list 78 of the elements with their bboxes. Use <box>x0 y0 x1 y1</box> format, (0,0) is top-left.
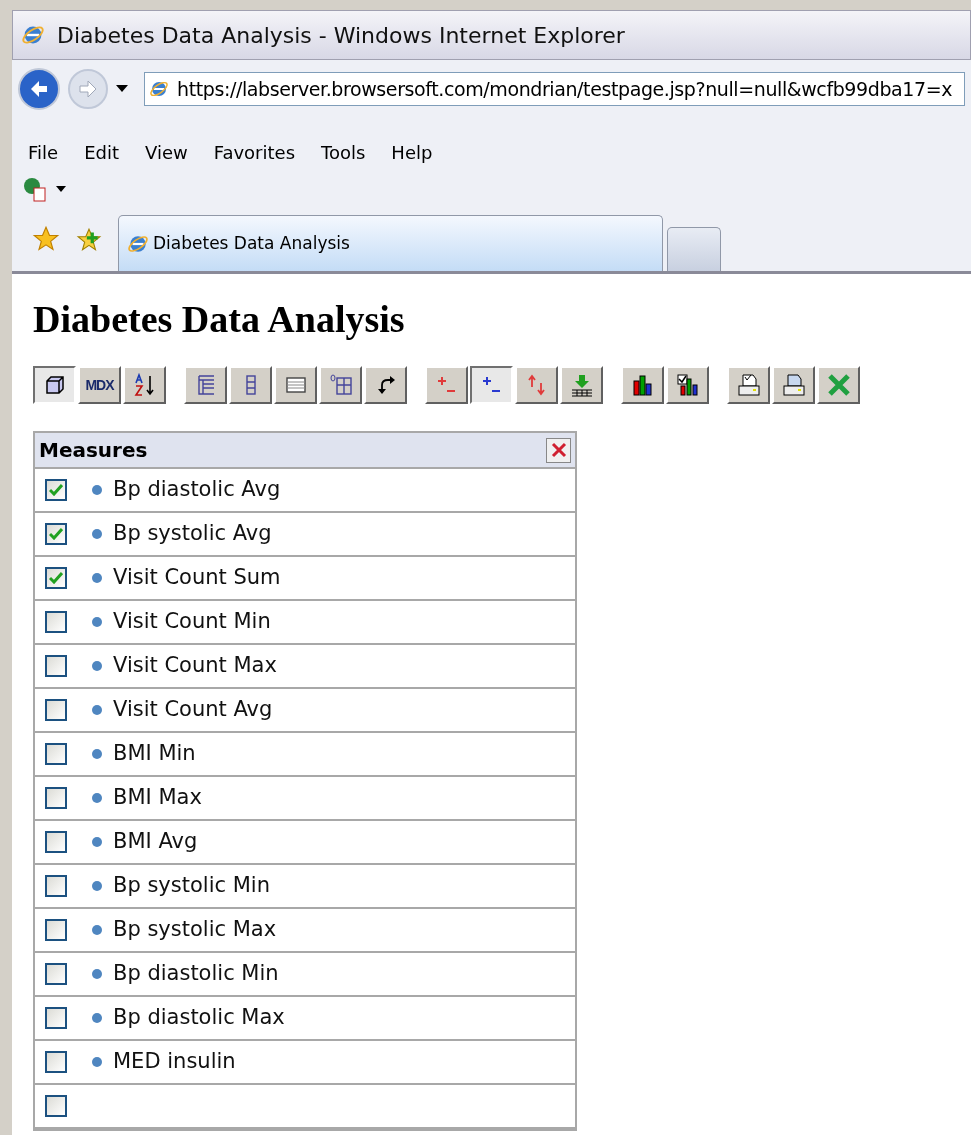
menu-item[interactable]: Edit <box>84 139 119 166</box>
measure-label: BMI Min <box>113 740 196 768</box>
bullet-icon <box>91 572 103 584</box>
checkbox[interactable] <box>45 611 67 633</box>
bullet-icon <box>91 528 103 540</box>
bullet-icon <box>91 924 103 936</box>
bullet-icon <box>91 836 103 848</box>
checkbox[interactable] <box>45 963 67 985</box>
toolbar-button[interactable] <box>33 366 76 404</box>
spreadsheet-x-icon <box>826 373 851 397</box>
check-icon <box>49 484 63 496</box>
measure-label: BMI Avg <box>113 828 198 856</box>
checkbox[interactable] <box>45 787 67 809</box>
measure-label: BMI Max <box>113 784 202 812</box>
dropdown-arrow-icon[interactable] <box>116 85 128 93</box>
checkbox[interactable] <box>45 1051 67 1073</box>
browser-logo-icon <box>21 23 45 47</box>
checkbox[interactable] <box>45 567 67 589</box>
toolbar-button[interactable] <box>470 366 513 404</box>
menu-item[interactable]: Help <box>391 139 433 166</box>
measure-label: Bp diastolic Avg <box>113 476 281 504</box>
browser-tab[interactable]: Diabetes Data Analysis <box>118 215 663 271</box>
checkbox[interactable] <box>45 1095 67 1117</box>
page-heading: Diabetes Data Analysis <box>33 300 406 338</box>
measure-label: Visit Count Sum <box>113 564 281 592</box>
back-button[interactable] <box>18 68 60 110</box>
measure-label: Visit Count Avg <box>113 696 273 724</box>
printer-check-icon <box>736 373 761 397</box>
sort-icon <box>132 373 157 397</box>
dropdown-arrow-icon[interactable] <box>56 186 66 192</box>
bullet-icon <box>91 704 103 716</box>
bullet-icon <box>91 968 103 980</box>
measure-label: Bp diastolic Min <box>113 960 279 988</box>
measure-label: Visit Count Min <box>113 608 271 636</box>
measure-label: Bp systolic Max <box>113 916 277 944</box>
bullet-icon <box>91 748 103 760</box>
bullet-icon <box>91 1056 103 1068</box>
check-icon <box>49 528 63 540</box>
checkbox[interactable] <box>45 875 67 897</box>
address-field[interactable]: https://labserver.browsersoft.com/mondrian/testpage.jsp?null=null&wcfb99dba17=x <box>144 72 965 106</box>
favorites-star-icon[interactable] <box>32 225 60 253</box>
chart-check-icon <box>675 373 700 397</box>
bar-chart-icon <box>630 373 655 397</box>
checkbox[interactable] <box>45 831 67 853</box>
checkbox[interactable] <box>45 523 67 545</box>
checkbox[interactable] <box>45 1007 67 1029</box>
close-button[interactable] <box>546 437 571 463</box>
down-arrow-table-icon <box>569 373 594 397</box>
measure-label: Bp systolic Min <box>113 872 270 900</box>
bullet-icon <box>91 484 103 496</box>
measure-label: Bp systolic Avg <box>113 520 272 548</box>
add-favorite-icon[interactable] <box>76 227 102 253</box>
mdx-button[interactable]: MDX <box>78 366 121 404</box>
menu-item[interactable]: View <box>145 139 188 166</box>
checkbox[interactable] <box>45 479 67 501</box>
bullet-icon <box>91 792 103 804</box>
menu-item[interactable]: File <box>28 139 59 166</box>
printer-icon <box>781 373 806 397</box>
browser-logo-icon <box>149 79 169 99</box>
checkbox[interactable] <box>45 655 67 677</box>
bullet-icon <box>91 880 103 892</box>
url-text: https://labserver.browsersoft.com/mondrian/testpage.jsp?null=null&wcfb99dba17=x <box>177 76 953 102</box>
check-icon <box>49 572 63 584</box>
measure-label: Visit Count Max <box>113 652 277 680</box>
bullet-icon <box>91 616 103 628</box>
window-title: Diabetes Data Analysis - Windows Internet Explorer <box>57 21 625 50</box>
measure-label: Bp diastolic Max <box>113 1004 285 1032</box>
bullet-icon <box>91 1012 103 1024</box>
bullet-icon <box>91 660 103 672</box>
menu-item[interactable]: Tools <box>321 139 366 166</box>
grid-icon <box>328 373 353 397</box>
checkbox[interactable] <box>45 699 67 721</box>
measure-label: MED insulin <box>113 1048 236 1076</box>
panel-title: Measures <box>39 437 148 464</box>
checkbox[interactable] <box>45 743 67 765</box>
checkbox[interactable] <box>45 919 67 941</box>
menu-item[interactable]: Favorites <box>213 139 295 166</box>
close-icon <box>550 442 567 458</box>
